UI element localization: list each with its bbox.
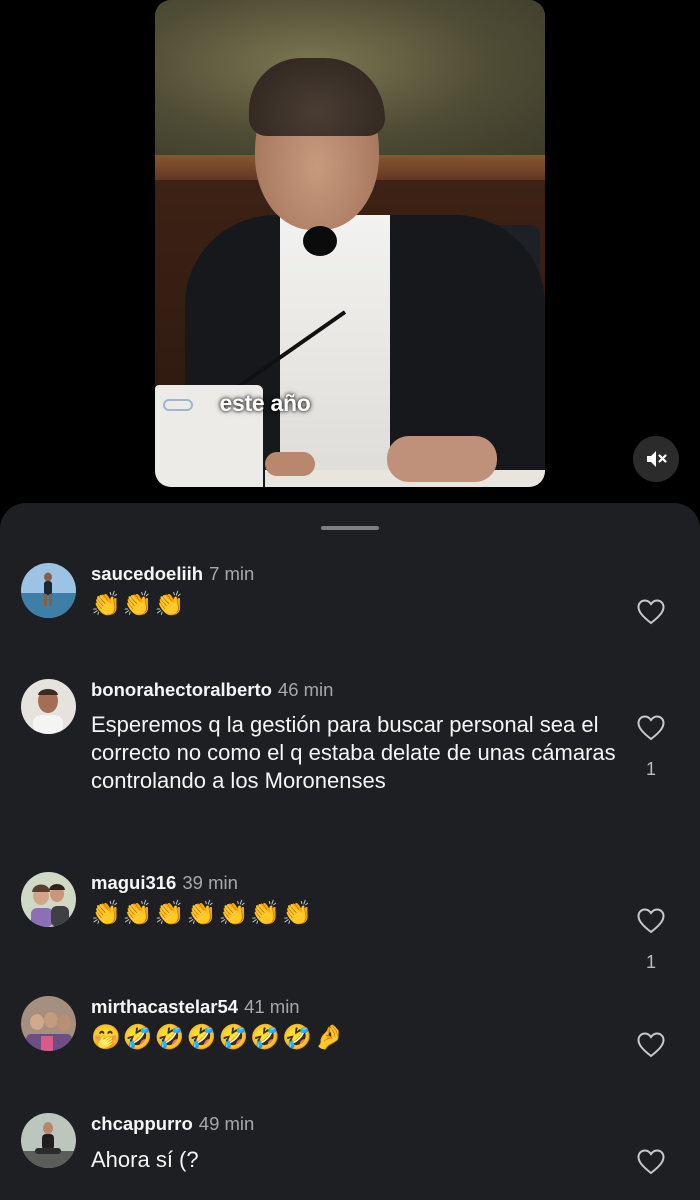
- avatar-image: [21, 563, 76, 618]
- avatar[interactable]: [21, 563, 76, 618]
- video-area: este año: [0, 0, 700, 505]
- comments-sheet: saucedoeliih 7 min 👏👏👏 bonorahectoralbert…: [0, 503, 700, 1200]
- comment-username[interactable]: magui316: [91, 872, 176, 893]
- comment-text: 👏👏👏👏👏👏👏: [91, 900, 315, 927]
- avatar-image: [21, 996, 76, 1051]
- comment-time: 39 min: [182, 872, 238, 893]
- heart-icon[interactable]: [637, 1149, 665, 1175]
- heart-icon[interactable]: [637, 1032, 665, 1058]
- comment-text: Esperemos q la gestión para buscar perso…: [91, 712, 616, 793]
- comment-time: 41 min: [244, 996, 300, 1017]
- comment-header: mirthacastelar54 41 min: [91, 996, 300, 1018]
- speaker-muted-icon: [647, 451, 667, 467]
- comment-time: 49 min: [198, 1113, 255, 1134]
- microphone-icon: [303, 226, 337, 256]
- comment-text: Ahora sí (?: [91, 1147, 199, 1172]
- comment-username[interactable]: chcappurro: [91, 1113, 193, 1134]
- avatar[interactable]: [21, 872, 76, 927]
- comment-text: 🤭🤣🤣🤣🤣🤣🤣🤌: [91, 1024, 347, 1051]
- video-player[interactable]: este año: [155, 0, 545, 487]
- comment-time: 46 min: [277, 679, 334, 700]
- speaker-hand-left: [265, 452, 315, 476]
- like-count: 1: [645, 952, 656, 972]
- mute-button[interactable]: [633, 436, 679, 482]
- comment-username[interactable]: bonorahectoralberto: [91, 679, 272, 700]
- heart-icon[interactable]: [637, 715, 665, 741]
- avatar-image: [21, 679, 76, 734]
- comment-header: chcappurro 49 min: [91, 1113, 254, 1135]
- drag-handle[interactable]: [321, 526, 379, 530]
- avatar[interactable]: [21, 1113, 76, 1168]
- comment-header: bonorahectoralberto 46 min: [91, 679, 333, 701]
- speaker-shirt: [280, 215, 390, 487]
- like-count: 1: [645, 759, 656, 779]
- video-caption: este año: [219, 390, 311, 416]
- comment-time: 7 min: [209, 563, 255, 584]
- comment-username[interactable]: mirthacastelar54: [91, 996, 238, 1017]
- heart-icon[interactable]: [637, 908, 665, 934]
- comment-header: saucedoeliih 7 min: [91, 563, 254, 585]
- heart-icon[interactable]: [637, 599, 665, 625]
- comment-header: magui316 39 min: [91, 872, 238, 894]
- avatar-image: [21, 1113, 76, 1168]
- avatar-image: [21, 872, 76, 927]
- comment-text: 👏👏👏: [91, 591, 187, 618]
- comment-username[interactable]: saucedoeliih: [91, 563, 203, 584]
- avatar[interactable]: [21, 679, 76, 734]
- avatar[interactable]: [21, 996, 76, 1051]
- speaker-hand-right: [387, 436, 497, 482]
